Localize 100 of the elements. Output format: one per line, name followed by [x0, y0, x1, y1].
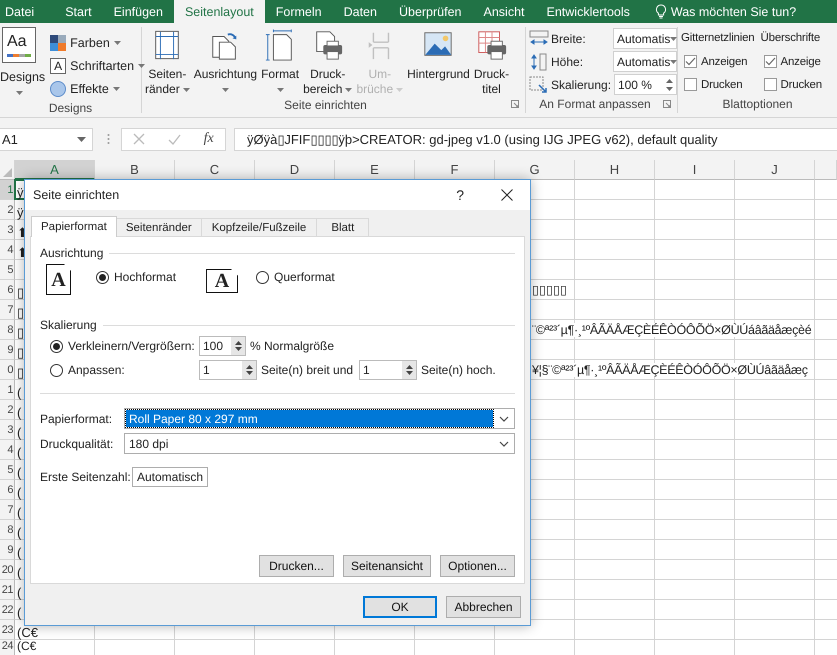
page-setup-button[interactable]: Druck- titel [472, 27, 512, 97]
chevron-down-icon[interactable] [499, 416, 509, 422]
row-header[interactable]: 1 [0, 180, 15, 200]
row-header[interactable]: 4 [0, 440, 15, 460]
row-header[interactable]: 8 [0, 320, 15, 340]
row-header[interactable]: 2 [0, 200, 15, 220]
row-header[interactable]: 5 [0, 260, 15, 280]
checkbox[interactable] [764, 55, 777, 68]
dialog-launcher-icon[interactable] [511, 100, 519, 108]
pages-tall-spinner[interactable]: 1 [359, 360, 417, 380]
checkbox[interactable] [684, 78, 697, 91]
page-orientation-icon: A [46, 264, 71, 295]
theme-dropdown-button[interactable]: Farben [50, 31, 146, 54]
cell-text: ¥¦§¨©ª²³´µ¶·¸¹ºÂÃÄÅÆÇÈÉÊÒÓÔÕÖ×ØÙÚâãäåæç [532, 362, 808, 376]
page-setup-button[interactable]: Hintergrund [405, 27, 472, 97]
pages-wide-spinner[interactable]: 1 [199, 360, 257, 380]
row-header[interactable]: 5 [0, 460, 15, 480]
name-box[interactable]: A1 [0, 128, 93, 150]
help-button[interactable]: ? [456, 187, 464, 203]
row-header[interactable]: 3 [0, 420, 15, 440]
section-heading: Ausrichtung [40, 246, 104, 260]
ribbon-tab[interactable]: Einfügen [102, 0, 174, 23]
scale-field[interactable]: Automatis [613, 28, 677, 49]
dialog-tab[interactable]: Papierformat [31, 216, 117, 237]
ribbon-tab[interactable]: Überprüfen [388, 0, 473, 23]
lightbulb-icon [654, 4, 667, 19]
cell-text: ⬆ [16, 246, 28, 259]
row-header[interactable]: 6 [0, 480, 15, 500]
row-header[interactable]: 7 [0, 300, 15, 320]
width-arrows-icon [529, 30, 549, 48]
row-header[interactable]: 21 [0, 580, 15, 600]
theme-dropdown-button[interactable]: A Schriftarten [50, 54, 146, 77]
row-header[interactable]: 7 [0, 500, 15, 520]
dialog-tab[interactable]: Blatt [316, 218, 370, 236]
spinner-arrows-icon[interactable] [666, 78, 673, 92]
scale-field[interactable]: 100 % [614, 74, 677, 95]
dialog-button[interactable]: Seitenansicht [342, 555, 431, 577]
dialog-tab[interactable]: Kopfzeile/Fußzeile [200, 218, 318, 236]
ribbon-tab[interactable]: Ansicht [472, 0, 536, 23]
radio-button[interactable] [256, 271, 270, 284]
column-header[interactable]: A [15, 160, 95, 180]
insert-function-button[interactable]: fx [204, 131, 214, 147]
radio-button[interactable] [50, 364, 63, 376]
row-header[interactable]: 0 [0, 360, 15, 380]
close-icon[interactable] [501, 189, 513, 201]
dialog-title: Seite einrichten [33, 188, 120, 202]
theme-dropdown-button[interactable]: Effekte [50, 77, 146, 100]
field-label: Höhe: [551, 54, 584, 68]
row-header[interactable]: 23 [0, 620, 15, 640]
chevron-down-icon[interactable] [499, 440, 509, 446]
dialog-button[interactable]: Drucken... [258, 555, 334, 577]
row-header[interactable]: 22 [0, 600, 15, 620]
page-setup-button[interactable]: Seiten- ränder [143, 27, 192, 97]
row-header[interactable]: 9 [0, 340, 15, 360]
ribbon-tab[interactable]: Start [54, 0, 103, 23]
checkbox[interactable] [764, 78, 777, 91]
cell-text: ▯ [16, 306, 24, 319]
cell-text: ▯▯▯▯▯ [532, 282, 567, 297]
checkbox[interactable] [684, 55, 697, 68]
ribbon-tab[interactable]: Seitenlayout [174, 0, 265, 23]
page-setup-button[interactable]: Druck- bereich [301, 27, 354, 97]
cell-text: ( [16, 386, 22, 399]
designs-button[interactable]: Aa Designs [0, 27, 46, 100]
scale-field[interactable]: Automatis [613, 51, 677, 72]
dialog-launcher-icon[interactable] [663, 100, 671, 108]
dropdown-field[interactable]: Roll Paper 80 x 297 mm [124, 408, 515, 429]
drag-handle-icon[interactable] [107, 133, 110, 145]
row-header[interactable]: 20 [0, 560, 15, 580]
row-header[interactable]: 1 [0, 380, 15, 400]
row-header[interactable]: 4 [0, 240, 15, 260]
page-setup-button[interactable]: Ausrichtung [192, 27, 260, 97]
scale-box-icon [529, 76, 549, 94]
row-header[interactable]: 8 [0, 520, 15, 540]
dialog-button[interactable]: Abbrechen [446, 596, 521, 618]
row-header[interactable]: 3 [0, 220, 15, 240]
radio-button[interactable] [96, 271, 109, 284]
ribbon-tab[interactable]: Daten [332, 0, 388, 23]
percent-spinner[interactable]: 100 [199, 336, 246, 356]
dialog-button[interactable]: OK [363, 596, 437, 618]
radio-label: Verkleinern/Vergrößern: [68, 339, 196, 353]
row-header[interactable]: 9 [0, 540, 15, 560]
cell-text: ( [16, 506, 22, 519]
row-header[interactable]: 6 [0, 280, 15, 300]
height-arrows-icon [529, 52, 549, 70]
field-label: Skalierung: [551, 78, 612, 92]
radio-button[interactable] [50, 340, 63, 352]
dropdown-field[interactable]: 180 dpi [124, 433, 515, 454]
caret-icon [670, 36, 678, 40]
ribbon-tab[interactable]: Formeln [264, 0, 333, 23]
color-swatch-icon [50, 34, 66, 50]
dialog-button[interactable]: Optionen... [440, 555, 515, 577]
ribbon-tab[interactable]: Entwicklertools [536, 0, 641, 23]
cell-text: ÿ [16, 206, 24, 219]
page-setup-button[interactable]: Format [259, 27, 302, 97]
row-header[interactable]: 2 [0, 400, 15, 420]
first-page-number-field[interactable]: Automatisch [132, 467, 208, 487]
formula-field[interactable]: ÿØÿà▯JFIF▯▯▯▯ÿþ>CREATOR: gd-jpeg v1.0 (using IJG JPEG v62), default quality [234, 128, 837, 150]
row-header[interactable]: 24 [0, 640, 15, 655]
ribbon-tab[interactable]: Datei [0, 0, 54, 23]
tell-me-field[interactable]: Was möchten Sie tun? [670, 0, 796, 23]
